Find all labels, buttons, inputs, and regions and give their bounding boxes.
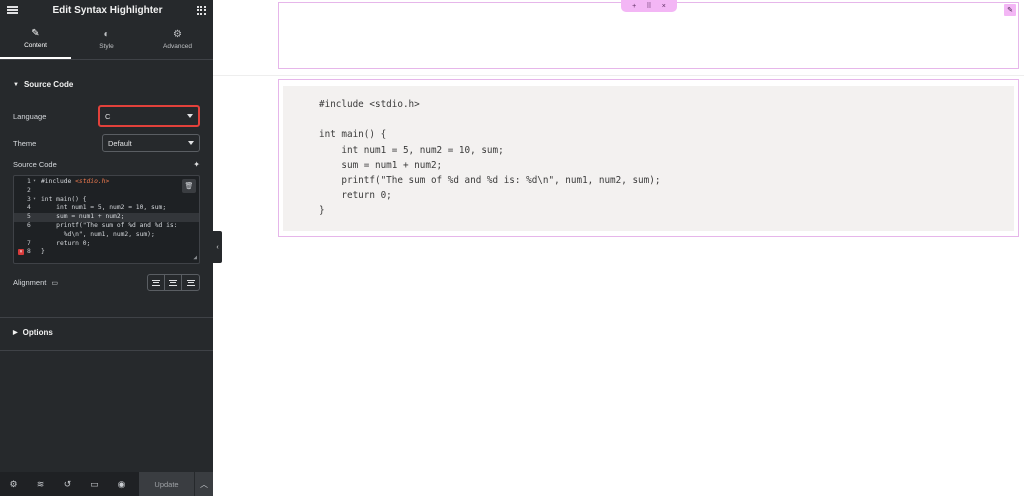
layers-icon[interactable]: ≋ xyxy=(27,472,54,496)
drag-handle-icon[interactable]: ⠿ xyxy=(646,2,651,10)
code-line[interactable]: 4 int num1 = 5, num2 = 10, sum; xyxy=(14,204,199,213)
code-line[interactable]: 6 printf("The sum of %d and %d is: xyxy=(14,222,199,231)
code-text: #include <stdio.h> xyxy=(41,178,110,185)
menu-icon[interactable] xyxy=(7,6,18,14)
code-preview-text: #include <stdio.h> int main() { int num1… xyxy=(319,99,661,217)
theme-label: Theme xyxy=(13,138,37,148)
align-center-icon xyxy=(169,279,177,286)
chevron-down-icon xyxy=(188,141,194,145)
line-number: 3 ▾ xyxy=(27,195,37,203)
fold-arrow-icon[interactable]: ▾ xyxy=(33,196,36,202)
theme-select[interactable]: Default xyxy=(102,134,200,152)
resize-handle-icon[interactable]: ◢ xyxy=(193,254,197,261)
line-number: 1 ▾ xyxy=(27,178,37,185)
caret-right-icon: ▶ xyxy=(13,330,18,336)
line-number: 2 xyxy=(27,186,31,194)
source-code-row: Source Code ✦ xyxy=(13,160,200,169)
code-line[interactable]: 1 ▾ #include <stdio.h> xyxy=(14,178,199,187)
empty-section[interactable] xyxy=(278,2,1019,69)
caret-down-icon: ▼ xyxy=(13,81,19,88)
chevron-down-icon xyxy=(187,114,193,118)
contrast-icon: ◐ xyxy=(103,28,110,40)
align-center-button[interactable] xyxy=(165,275,182,290)
history-icon[interactable]: ↺ xyxy=(54,472,81,496)
code-text: int main() { xyxy=(41,195,87,203)
tab-content[interactable]: ✎ Content xyxy=(0,20,71,59)
preview-eye-icon[interactable]: ◉ xyxy=(108,472,135,496)
close-icon[interactable]: × xyxy=(662,3,666,10)
code-line[interactable]: 8 ×} xyxy=(14,248,199,257)
language-select[interactable]: C xyxy=(98,105,200,127)
pencil-icon: ✎ xyxy=(31,27,40,39)
divider xyxy=(0,350,213,351)
line-number: 8 × xyxy=(18,248,31,256)
line-number: 4 xyxy=(27,204,31,212)
language-label: Language xyxy=(13,111,47,121)
panel-title: Edit Syntax Highlighter xyxy=(52,4,163,16)
source-code-label: Source Code xyxy=(13,160,57,169)
divider xyxy=(0,317,213,318)
section-separator xyxy=(213,75,1024,76)
code-text: %d\n", num1, num2, sum); xyxy=(41,230,155,238)
tab-advanced[interactable]: ⚙ Advanced xyxy=(142,20,213,59)
error-icon[interactable]: × xyxy=(18,249,24,256)
code-editor[interactable]: 1 ▾ #include <stdio.h> 2 3 ▾ int main() {4 int… xyxy=(13,175,200,264)
code-text: int num1 = 5, num2 = 10, sum; xyxy=(41,204,167,212)
align-left-button[interactable] xyxy=(148,275,165,290)
code-text: printf("The sum of %d and %d is: xyxy=(41,221,178,229)
code-text: return 0; xyxy=(41,239,91,247)
align-right-button[interactable] xyxy=(182,275,199,290)
alignment-buttons xyxy=(147,274,200,291)
line-number xyxy=(14,231,36,240)
panel-footer: ⚙ ≋ ↺ ▭ ◉ Update ︿ xyxy=(0,472,213,496)
align-left-icon xyxy=(152,279,160,286)
code-preview-block: #include <stdio.h> int main() { int num1… xyxy=(283,86,1014,231)
tab-style[interactable]: ◐ Style xyxy=(71,20,142,59)
ai-sparkle-icon[interactable]: ✦ xyxy=(193,160,200,169)
settings-gear-icon[interactable]: ⚙ xyxy=(0,472,27,496)
gear-icon: ⚙ xyxy=(173,28,182,40)
add-icon[interactable]: + xyxy=(632,3,636,10)
panel-header: Edit Syntax Highlighter xyxy=(0,0,213,20)
edit-widget-pencil-icon[interactable]: ✎ xyxy=(1004,4,1016,16)
trash-icon[interactable]: 🗑 xyxy=(182,179,196,193)
fold-arrow-icon[interactable]: ▾ xyxy=(33,178,36,184)
code-line[interactable]: 2 xyxy=(14,187,199,196)
responsive-icon[interactable]: ▭ xyxy=(81,472,108,496)
language-row: Language C xyxy=(13,105,200,127)
editor-panel: Edit Syntax Highlighter ✎ Content ◐ Styl… xyxy=(0,0,213,496)
line-number: 5 xyxy=(27,213,31,221)
desktop-icon[interactable]: ▭ xyxy=(51,279,58,287)
panel-tabs: ✎ Content ◐ Style ⚙ Advanced xyxy=(0,20,213,60)
code-text: sum = num1 + num2; xyxy=(41,213,125,221)
options-section-toggle[interactable]: ▶ Options xyxy=(0,328,66,337)
code-line[interactable]: 7 return 0; xyxy=(14,240,199,249)
update-button[interactable]: Update xyxy=(139,472,194,496)
theme-row: Theme Default xyxy=(13,134,200,152)
update-options-chevron-icon[interactable]: ︿ xyxy=(194,472,213,496)
collapse-panel-chevron-icon[interactable]: ‹ xyxy=(213,231,222,263)
align-right-icon xyxy=(186,279,195,286)
alignment-row: Alignment ▭ xyxy=(13,274,200,291)
code-text: } xyxy=(41,248,45,256)
code-line[interactable]: %d\n", num1, num2, sum); xyxy=(14,231,199,240)
code-line[interactable]: 3 ▾ int main() { xyxy=(14,196,199,205)
section-toolbar: + ⠿ × xyxy=(621,0,677,12)
alignment-label: Alignment xyxy=(13,278,47,287)
widgets-grid-icon[interactable] xyxy=(196,5,206,15)
line-number: 7 xyxy=(27,239,31,247)
code-line[interactable]: 5 sum = num1 + num2; xyxy=(14,213,199,222)
source-code-section-toggle[interactable]: ▼ Source Code xyxy=(0,80,86,89)
line-number: 6 xyxy=(27,221,31,229)
